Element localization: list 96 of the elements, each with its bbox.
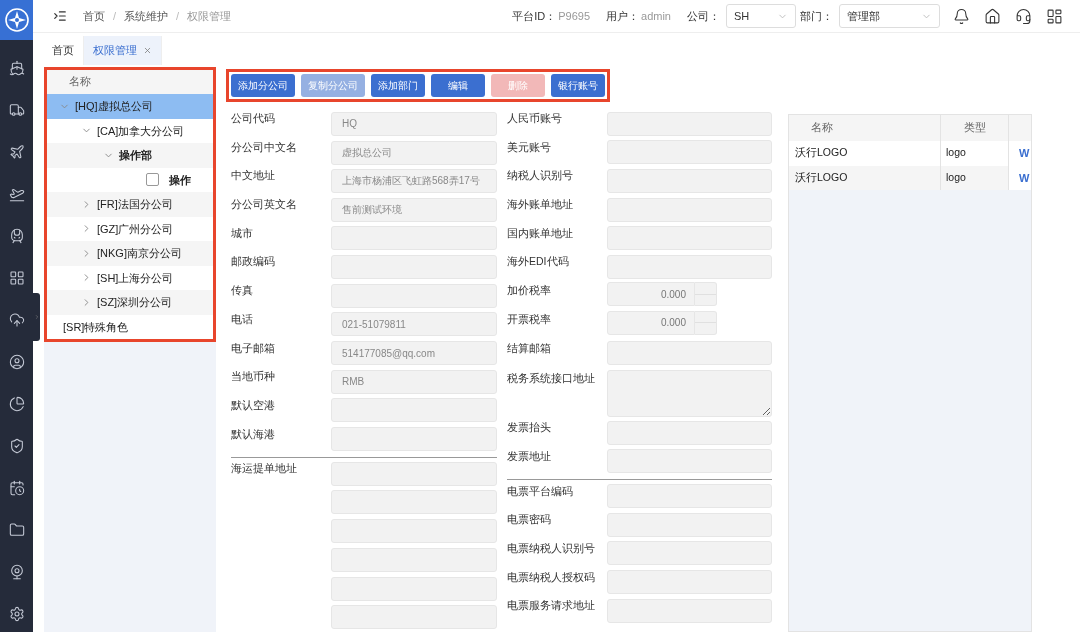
field-label: 分公司英文名 [231,198,297,211]
bell-icon[interactable] [953,7,970,25]
column-header: 名称 [811,120,833,136]
table-link[interactable]: W [1019,145,1030,162]
collapse-handle[interactable] [33,293,40,341]
breadcrumb-link[interactable]: 系统维护 [124,7,169,25]
toolbar-button[interactable]: 编辑 [431,74,485,97]
shield-icon[interactable] [8,438,25,454]
user-icon[interactable] [8,354,25,370]
tab[interactable]: 权限管理 [84,36,162,65]
chevron-right-icon[interactable] [81,247,92,259]
cloud-upload-icon[interactable] [8,312,25,328]
table-cell-text: 沃行LOGO [795,145,848,161]
grid-icon[interactable] [1046,7,1063,25]
user-label: 用户： [606,8,640,24]
table-cell-text: logo [946,145,966,161]
column-header: 名称 [69,74,91,90]
close-icon[interactable] [143,46,152,55]
spinner-button[interactable] [695,282,717,307]
toolbar-button[interactable]: 添加部门 [371,74,425,97]
tree-item[interactable]: [HQ]虚拟总公司 [47,94,213,119]
field-label: 电票平台编码 [507,484,573,497]
field-label: 结算邮箱 [507,341,551,354]
field-label: 人民币账号 [507,112,562,124]
field-label: 发票地址 [507,449,551,462]
settings-icon[interactable] [8,606,25,622]
tree-item-label: [SH]上海分公司 [97,270,174,286]
field-label: 传真 [231,284,253,297]
platform-id: P9695 [558,8,591,24]
field-label: 当地币种 [231,370,275,383]
pie-chart-icon[interactable] [8,396,25,412]
checkbox[interactable] [146,173,159,187]
company-label: 公司： [687,8,720,24]
tree-item-label: [GZ]广州分公司 [97,221,174,237]
breadcrumb-separator: / [113,8,117,24]
field-label: 公司代码 [231,112,275,124]
ship-icon[interactable] [8,60,25,76]
breadcrumb-link[interactable]: 首页 [83,7,105,25]
department-select[interactable]: 管理部 [839,4,940,28]
company-select[interactable]: SH [726,4,796,28]
column-header: 类型 [963,120,986,136]
tree-item-label: [FR]法国分公司 [97,197,173,212]
table-cell-text: logo [946,169,966,185]
table-cell-text: 沃行LOGO [795,169,848,185]
field-label: 海运提单地址 [231,462,297,475]
field-label: 默认空港 [231,398,275,411]
user-name: admin [641,8,671,24]
compass-logo-icon[interactable] [4,8,29,32]
toolbar-button[interactable]: 添加分公司 [231,74,295,97]
tree-item-label: [NKG]南京分公司 [97,246,182,261]
field-label: 开票税率 [507,312,551,325]
menu-icon[interactable] [53,9,67,23]
field-label: 分公司中文名 [231,140,297,153]
toolbar-button[interactable]: 银行账号 [551,74,605,97]
plane-icon[interactable] [8,144,25,160]
grid-icon[interactable] [8,270,25,286]
headset-icon[interactable] [1015,7,1032,25]
tree-item[interactable]: 操作部 [47,143,213,168]
platform-label: 平台ID： [512,8,557,24]
calendar-icon[interactable] [8,480,25,496]
field-label: 加价税率 [507,284,551,297]
field-label: 中文地址 [231,169,275,182]
field-label: 海外EDI代码 [507,255,569,268]
tree-item-label: [HQ]虚拟总公司 [75,99,153,114]
tree-item-label: [SR]特殊角色 [63,319,129,335]
field-label: 海外账单地址 [507,198,573,211]
field-label: 电票纳税人识别号 [507,541,595,554]
field-label: 发票抬头 [507,421,551,434]
field-label: 国内账单地址 [507,226,573,239]
field-label: 电票纳税人授权码 [507,570,595,583]
spinner-button[interactable] [695,310,717,335]
tree-item[interactable]: [SZ]深圳分公司 [47,290,213,315]
field-label: 电子邮箱 [231,341,275,354]
field-label: 城市 [231,226,253,239]
breadcrumb-separator: / [176,8,180,24]
tree-item[interactable]: [FR]法国分公司 [47,192,213,217]
tree-item[interactable]: [NKG]南京分公司 [47,241,213,266]
field-label: 纳税人识别号 [507,169,573,182]
train-icon[interactable] [8,228,25,244]
home-icon[interactable] [984,7,1001,25]
tree-item-label: [SZ]深圳分公司 [97,295,173,310]
field-label: 电票服务请求地址 [507,599,595,612]
field-label: 邮政编码 [231,255,275,268]
tree-item-label: 操作 [169,172,191,188]
camera-icon[interactable] [8,564,25,580]
tree-item-label: 操作部 [119,148,152,163]
field-label: 电票密码 [507,513,551,526]
department-label: 部门： [800,8,833,24]
truck-icon[interactable] [8,102,25,118]
field-label: 美元账号 [507,140,551,153]
field-label: 税务系统接口地址 [507,372,595,385]
plane-icon[interactable] [8,186,25,202]
folder-icon[interactable] [8,522,25,538]
tree-item-label: [CA]加拿大分公司 [97,123,185,139]
field-label: 默认海港 [231,427,275,440]
field-label: 电话 [231,312,253,325]
